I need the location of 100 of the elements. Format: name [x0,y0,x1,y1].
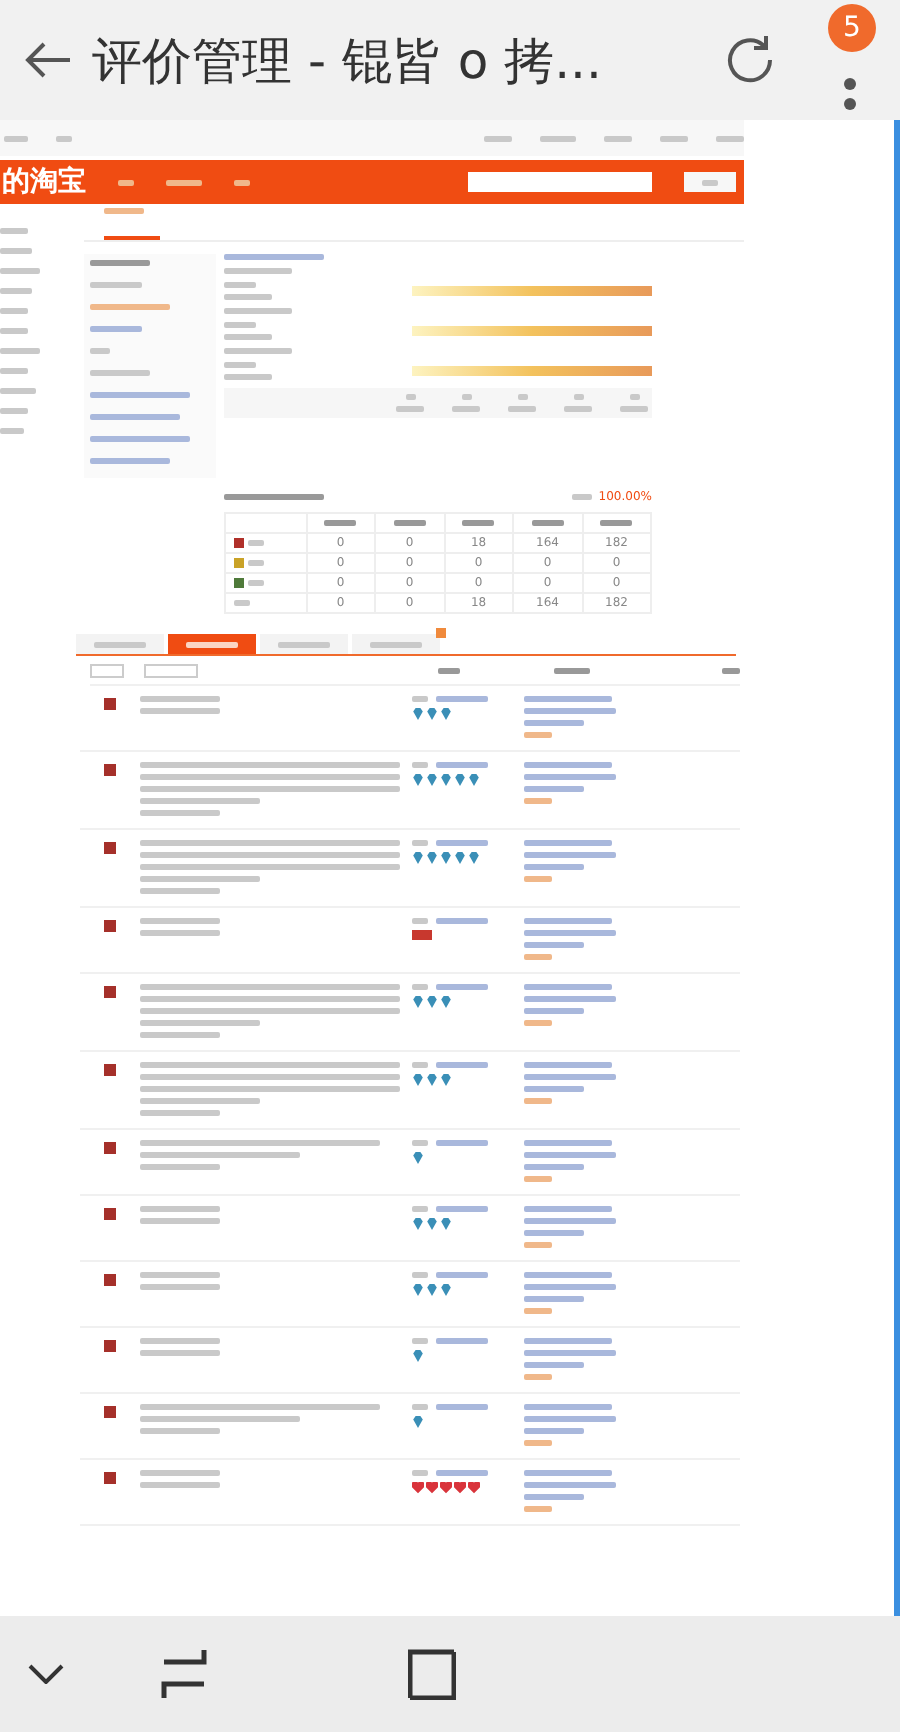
filter-dropdown[interactable] [143,663,199,677]
blurred-text [0,268,40,274]
blurred-text [90,370,150,376]
review-tab[interactable] [352,634,440,654]
blurred-text [524,708,616,714]
blurred-text [396,406,424,412]
blurred-text [524,1416,616,1422]
blurred-text [436,1470,488,1476]
blurred-text [604,135,632,141]
blurred-text [524,1008,584,1014]
blurred-text [324,519,357,526]
blurred-text [140,888,220,894]
blurred-text [436,840,488,846]
blurred-text [224,322,256,328]
blurred-text [508,406,536,412]
blurred-text [224,308,292,314]
blurred-text [90,304,170,310]
blurred-text [140,1350,220,1356]
blurred-text [140,1338,220,1344]
blurred-text [524,984,612,990]
search-field[interactable] [468,172,652,192]
blurred-text [524,876,552,882]
blurred-text [524,798,552,804]
blurred-text [140,1098,260,1104]
blurred-text [524,1482,616,1488]
blurred-text [524,1164,584,1170]
blurred-text [412,840,428,846]
recent-apps-icon[interactable] [160,1648,208,1700]
blurred-text [224,494,324,500]
blurred-text [90,436,190,442]
blurred-text [438,667,460,673]
blurred-text [524,1272,612,1278]
blurred-text [224,374,272,380]
blurred-text [0,408,28,414]
blurred-text [517,394,527,400]
blurred-text [140,1482,220,1488]
blurred-text [540,135,576,141]
blurred-text [436,1206,488,1212]
review-icon [104,842,116,854]
blurred-text [524,1440,552,1446]
blurred-text [140,708,220,714]
blurred-text [524,1140,612,1146]
blurred-text [524,1494,584,1500]
search-button[interactable] [684,172,736,192]
review-tab[interactable] [260,634,348,654]
blurred-text [524,1098,552,1104]
blurred-text [0,388,36,394]
blurred-text [436,696,488,702]
blurred-text [524,1506,552,1512]
blurred-text [412,918,428,924]
blurred-text [140,1164,220,1170]
blurred-text [412,1062,428,1068]
blurred-text [224,268,292,274]
blurred-text [412,1206,428,1212]
blurred-text [90,348,110,354]
review-tab[interactable] [168,634,256,654]
site-logo: 的淘宝 [2,164,86,200]
blurred-text [412,696,428,702]
blurred-text [412,1272,428,1278]
blurred-text [104,208,144,215]
home-icon[interactable] [408,1648,456,1700]
blurred-text [0,328,28,334]
menu-icon[interactable] [844,78,856,110]
blurred-text [412,1470,428,1476]
blurred-text [531,519,564,526]
blurred-text [721,667,740,673]
blurred-text [524,1074,616,1080]
blurred-text [224,282,256,288]
blurred-text [90,414,180,420]
blurred-text [0,288,32,294]
blurred-text [564,406,592,412]
review-icon [104,698,116,710]
diamond-icon [412,1350,424,1362]
blurred-text [436,1062,488,1068]
blurred-text [462,519,495,526]
back-arrow-icon[interactable] [24,40,72,80]
collapse-icon[interactable] [28,1664,64,1684]
blurred-text [412,1404,428,1410]
blurred-text [524,1176,552,1182]
blurred-text [166,179,202,185]
blurred-text [660,135,688,141]
blurred-text [224,254,324,260]
blurred-text [90,458,170,464]
review-icon [104,1064,116,1076]
blurred-text [524,774,616,780]
blurred-text [412,1140,428,1146]
blurred-text [524,954,552,960]
blurred-text [573,394,583,400]
filter-dropdown[interactable] [90,663,124,677]
blurred-text [412,984,428,990]
review-icon [104,1472,116,1484]
blurred-text [524,696,612,702]
blurred-text [524,1350,616,1356]
new-icon [436,628,446,638]
blurred-text [524,732,552,738]
blurred-text [524,1374,552,1380]
review-icon [104,920,116,932]
blurred-text [524,1404,612,1410]
review-tab[interactable] [76,634,164,654]
blurred-text [56,135,72,141]
